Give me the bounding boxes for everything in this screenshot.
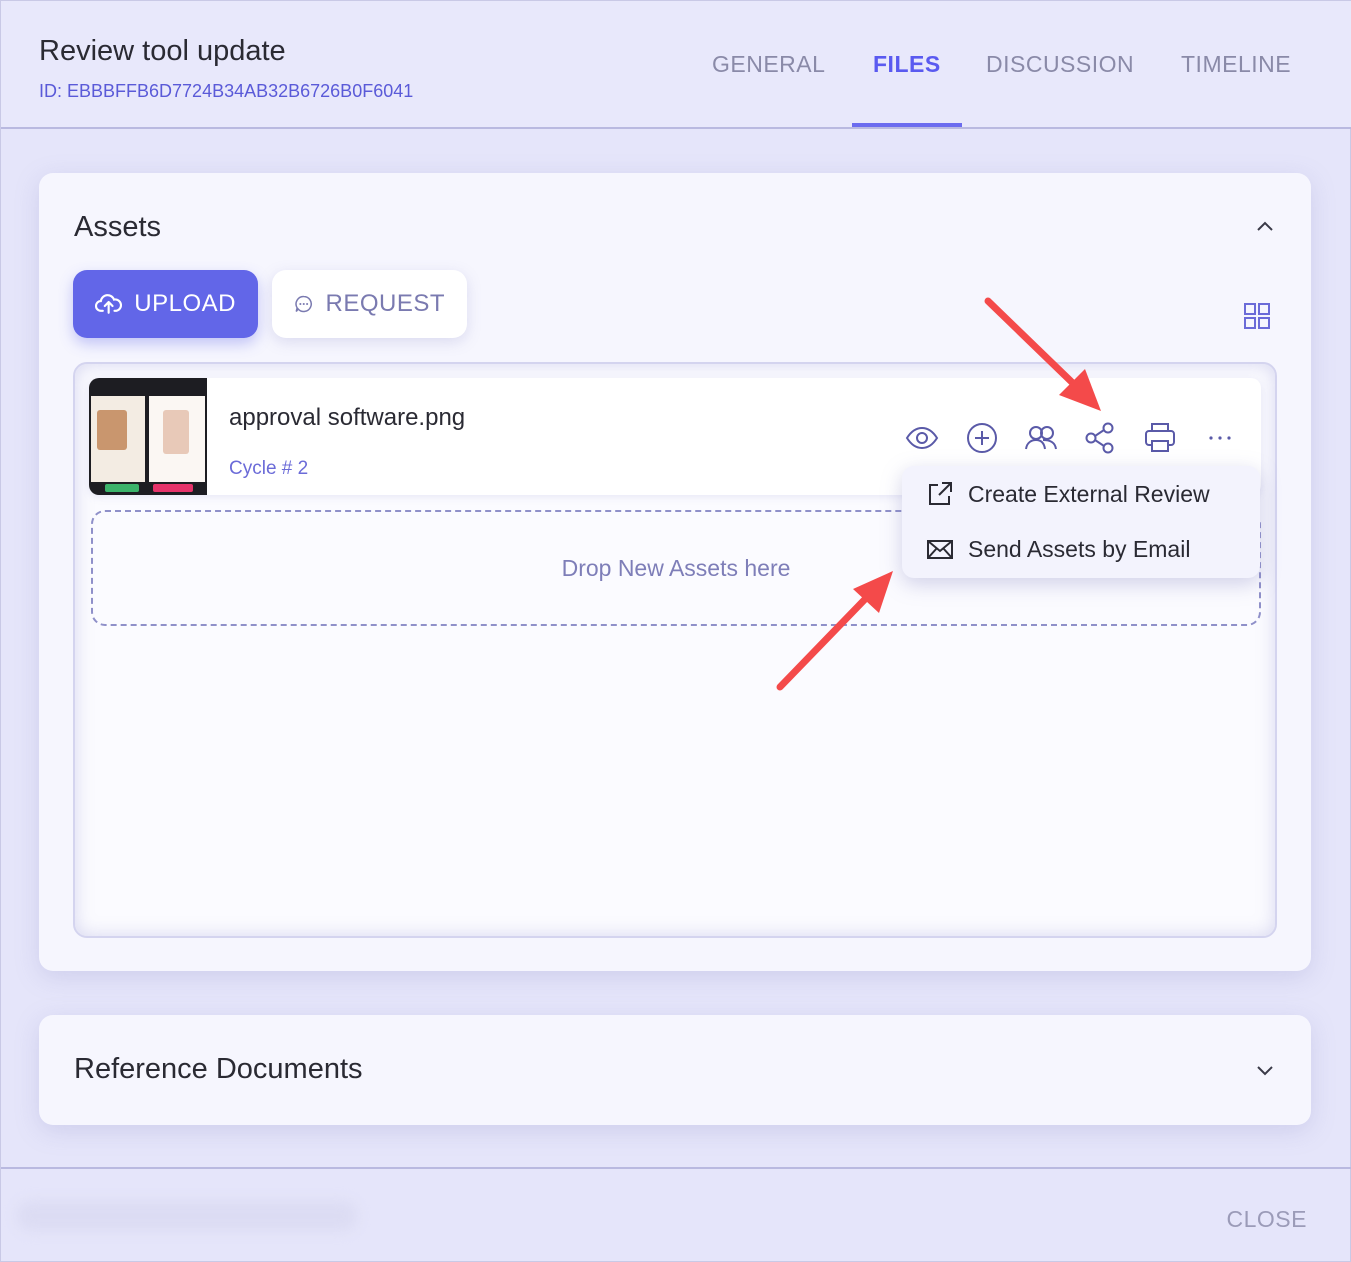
assets-title: Assets (74, 211, 162, 243)
active-tab-indicator (852, 123, 962, 127)
external-link-icon (929, 482, 952, 505)
asset-thumbnail[interactable] (89, 378, 207, 495)
tab-files[interactable]: FILES (873, 51, 941, 78)
asset-name[interactable]: approval software.png (229, 404, 465, 432)
request-label: REQUEST (325, 290, 445, 317)
chevron-up-icon[interactable] (1255, 217, 1275, 237)
blurred-footer-content (17, 1201, 357, 1231)
share-menu: Create External Review Send Assets by Em… (902, 466, 1260, 578)
assets-list: approval software.png Cycle # 2 Drop New… (73, 362, 1277, 938)
reference-documents-title: Reference Documents (74, 1053, 363, 1085)
upload-label: UPLOAD (134, 290, 236, 317)
cloud-upload-icon (95, 294, 123, 314)
create-external-review-label: Create External Review (968, 480, 1210, 507)
modal-header: Review tool update ID: EBBBFFB6D7724B34A… (1, 1, 1351, 129)
item-id: ID: EBBBFFB6D7724B34AB32B6726B0F6041 (39, 81, 414, 101)
eye-icon[interactable] (905, 421, 939, 455)
asset-cycle: Cycle # 2 (229, 458, 309, 479)
send-assets-by-email-label: Send Assets by Email (968, 535, 1191, 562)
share-icon[interactable] (1083, 421, 1117, 455)
footer-divider (1, 1167, 1351, 1169)
tab-general[interactable]: GENERAL (712, 51, 825, 78)
grid-view-icon[interactable] (1243, 302, 1271, 330)
tab-discussion[interactable]: DISCUSSION (986, 51, 1134, 78)
reference-documents-panel[interactable]: Reference Documents (39, 1015, 1311, 1125)
page-title: Review tool update (39, 35, 286, 67)
upload-button[interactable]: UPLOAD (73, 270, 258, 338)
add-circle-icon[interactable] (965, 421, 999, 455)
chat-bubble-icon (295, 295, 312, 313)
more-options-icon[interactable] (1203, 421, 1237, 455)
create-external-review-item[interactable]: Create External Review (926, 480, 1210, 508)
review-modal: Review tool update ID: EBBBFFB6D7724B34A… (0, 0, 1351, 1262)
users-icon[interactable] (1024, 421, 1058, 455)
chevron-down-icon[interactable] (1255, 1060, 1275, 1080)
printer-icon[interactable] (1143, 421, 1177, 455)
tab-timeline[interactable]: TIMELINE (1181, 51, 1291, 78)
send-assets-by-email-item[interactable]: Send Assets by Email (926, 535, 1190, 563)
request-button[interactable]: REQUEST (272, 270, 467, 338)
envelope-icon (927, 540, 953, 559)
close-button[interactable]: CLOSE (1227, 1206, 1307, 1233)
